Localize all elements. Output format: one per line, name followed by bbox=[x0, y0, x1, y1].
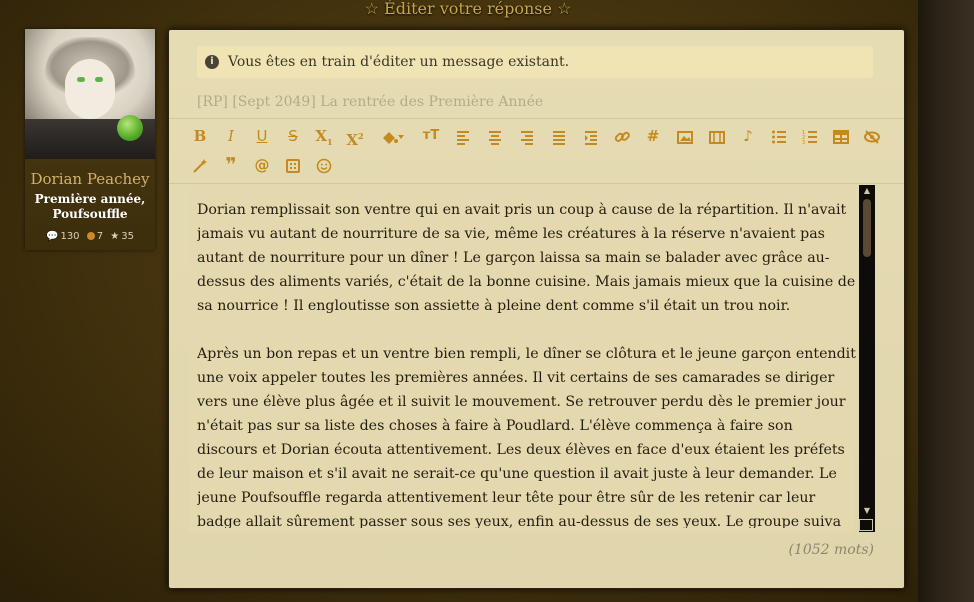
video-icon[interactable] bbox=[706, 125, 728, 147]
resize-grip-icon[interactable] bbox=[859, 519, 873, 531]
paragraph-1: Dorian remplissait son ventre qui en ava… bbox=[197, 202, 856, 314]
bold-icon[interactable]: B bbox=[189, 125, 211, 147]
scroll-down-arrow-icon[interactable]: ▼ bbox=[859, 505, 875, 517]
paragraph-2: Après un bon repas et un ventre bien rem… bbox=[197, 346, 856, 528]
author-profile-card: Dorian Peachey Première année, Poufsouff… bbox=[25, 29, 155, 250]
underline-icon[interactable]: U bbox=[251, 125, 273, 147]
reply-editor-panel: i Vous êtes en train d'éditer un message… bbox=[168, 29, 905, 589]
strikethrough-icon[interactable]: S bbox=[282, 125, 304, 147]
quote-icon[interactable]: ❞ bbox=[220, 154, 242, 176]
eye-slash-icon[interactable] bbox=[861, 125, 883, 147]
coin-icon bbox=[86, 232, 95, 240]
font-size-icon[interactable]: тТ bbox=[420, 125, 442, 147]
star-icon: ★ bbox=[110, 231, 120, 242]
bullet-list-icon[interactable] bbox=[768, 125, 790, 147]
page-title: ☆ Éditer votre réponse ☆ bbox=[364, 0, 572, 18]
scroll-up-arrow-icon[interactable]: ▲ bbox=[859, 185, 875, 197]
align-center-icon[interactable] bbox=[484, 125, 506, 147]
edit-notice-text: Vous êtes en train d'éditer un message e… bbox=[228, 54, 570, 70]
edit-notice: i Vous êtes en train d'éditer un message… bbox=[197, 46, 873, 78]
music-icon[interactable]: ♪ bbox=[737, 125, 759, 147]
stat-messages: 💬 130 bbox=[46, 231, 80, 242]
spoiler-icon[interactable] bbox=[282, 154, 304, 176]
word-count: (1052 mots) bbox=[788, 542, 874, 558]
message-textarea[interactable]: Dorian remplissait son ventre qui en ava… bbox=[189, 185, 857, 532]
svg-text:3: 3 bbox=[802, 140, 805, 145]
subscript-icon[interactable]: X1 bbox=[313, 125, 335, 147]
text-color-icon[interactable] bbox=[375, 125, 409, 147]
indent-icon[interactable] bbox=[580, 125, 602, 147]
emoji-icon[interactable] bbox=[313, 154, 335, 176]
username[interactable]: Dorian Peachey bbox=[25, 170, 155, 188]
align-left-icon[interactable] bbox=[452, 125, 474, 147]
rank-line-1: Première année, bbox=[34, 192, 146, 206]
formatting-toolbar: B I U S X1 X2 тТ # ♪ 1 2 3 ❞ @ bbox=[169, 118, 904, 184]
speech-bubble-icon: 💬 bbox=[46, 231, 59, 242]
scrollbar-thumb[interactable] bbox=[863, 199, 871, 257]
image-icon[interactable] bbox=[674, 125, 696, 147]
apple-image bbox=[117, 115, 143, 141]
subject-field[interactable]: [RP] [Sept 2049] La rentrée des Première… bbox=[197, 92, 873, 112]
superscript-icon[interactable]: X2 bbox=[344, 125, 366, 149]
link-icon[interactable] bbox=[611, 125, 633, 147]
message-content[interactable]: Dorian remplissait son ventre qui en ava… bbox=[197, 198, 857, 528]
stat-stars: ★ 35 bbox=[110, 231, 134, 242]
numbered-list-icon[interactable]: 123 bbox=[799, 125, 821, 147]
justify-icon[interactable] bbox=[548, 125, 570, 147]
rank-line-2: Poufsouffle bbox=[52, 207, 128, 221]
user-rank: Première année, Poufsouffle bbox=[25, 192, 155, 222]
italic-icon[interactable]: I bbox=[220, 125, 242, 147]
mention-icon[interactable]: @ bbox=[251, 154, 273, 176]
table-icon[interactable] bbox=[830, 125, 852, 147]
align-right-icon[interactable] bbox=[516, 125, 538, 147]
page-edge-decoration bbox=[918, 0, 974, 602]
info-circle-icon: i bbox=[205, 55, 219, 69]
textarea-scrollbar[interactable]: ▲ ▼ bbox=[859, 185, 875, 532]
user-stats: 💬 130 7 ★ 35 bbox=[25, 231, 155, 242]
hashtag-icon[interactable]: # bbox=[642, 125, 664, 147]
stat-coins: 7 bbox=[86, 231, 103, 242]
magic-wand-icon[interactable] bbox=[189, 154, 211, 176]
avatar[interactable] bbox=[25, 29, 155, 159]
